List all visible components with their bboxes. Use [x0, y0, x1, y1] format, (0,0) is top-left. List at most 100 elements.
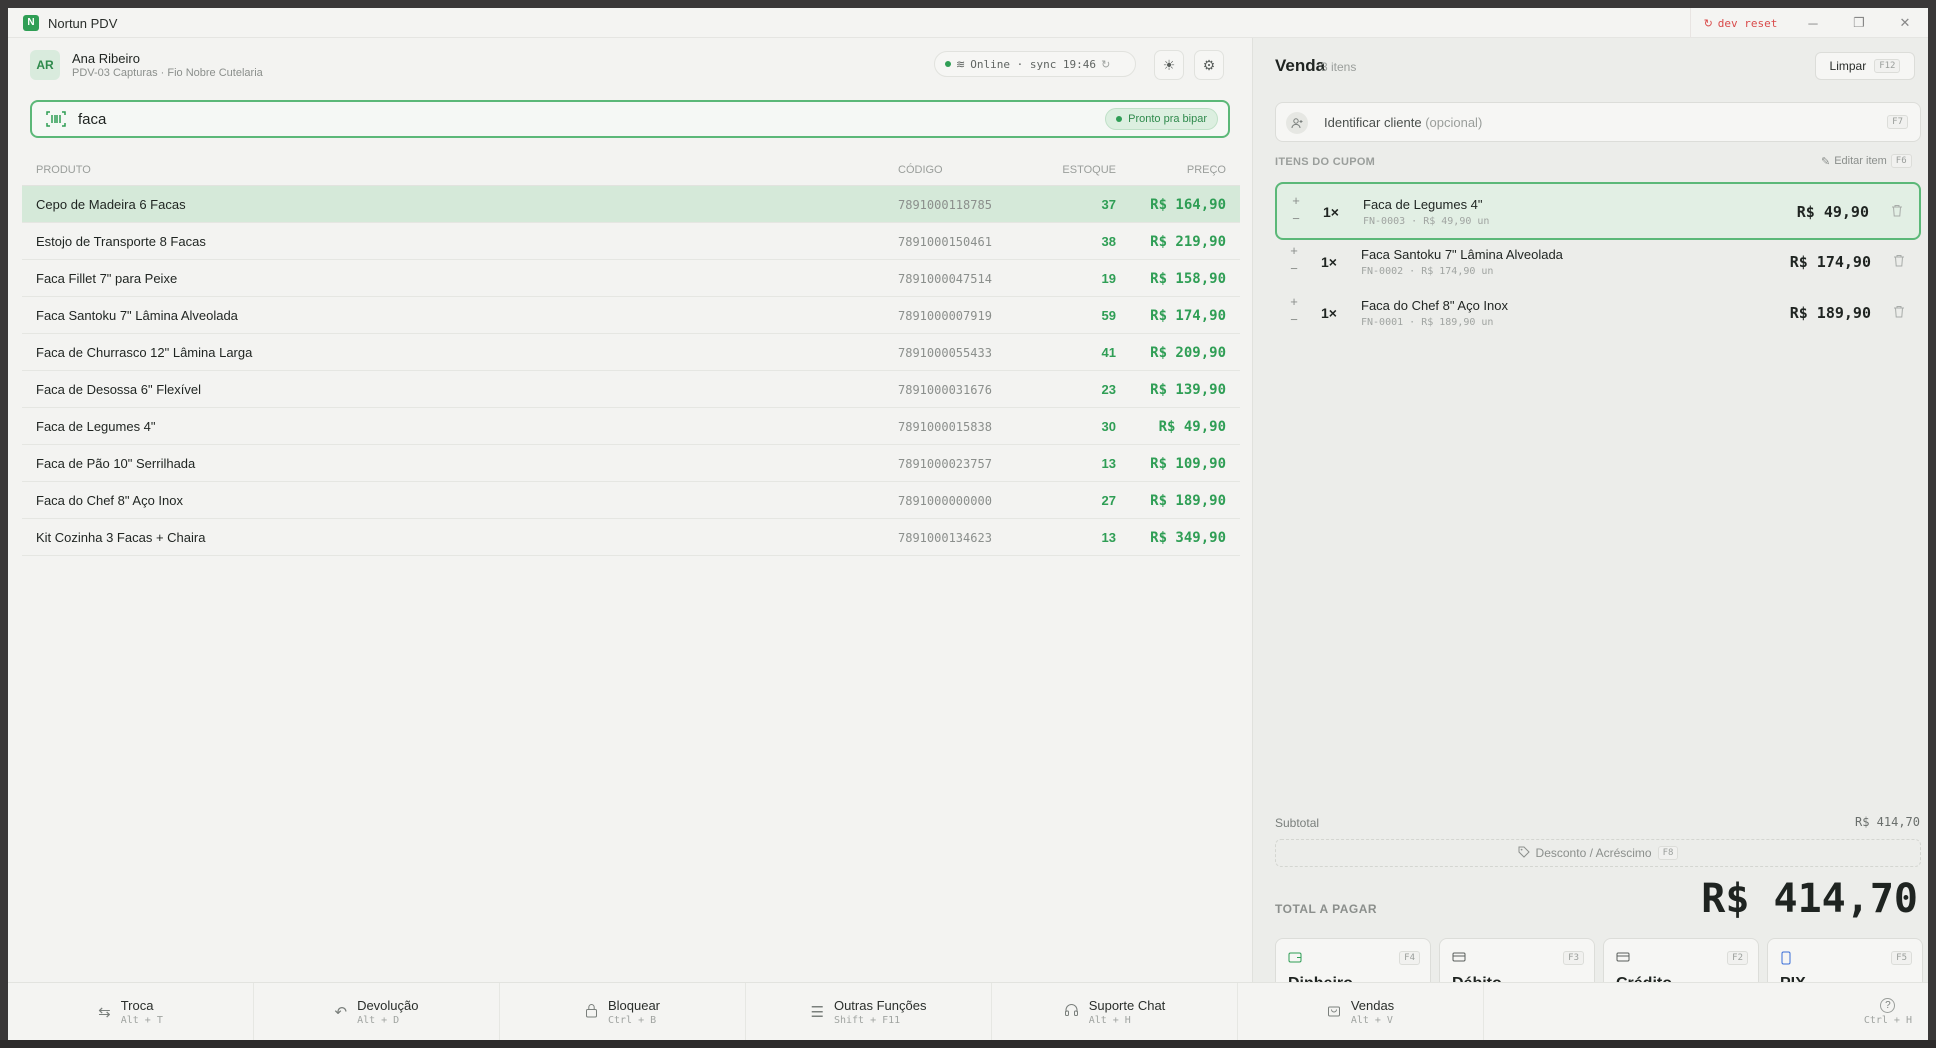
sales-button[interactable]: Vendas Alt + V: [1238, 983, 1484, 1040]
product-price: R$ 49,90: [1158, 419, 1226, 435]
cart-item[interactable]: + − 1× Faca do Chef 8" Aço Inox FN-0001 …: [1275, 285, 1921, 343]
item-name: Faca Santoku 7" Lâmina Alveolada: [1361, 247, 1563, 262]
trash-icon[interactable]: [1891, 204, 1903, 220]
wifi-icon: ≋: [956, 58, 966, 71]
trash-icon[interactable]: [1893, 254, 1905, 270]
product-price: R$ 219,90: [1150, 234, 1226, 250]
support-chat-button[interactable]: Suporte Chat Alt + H: [992, 983, 1238, 1040]
close-button[interactable]: ✕: [1882, 8, 1928, 38]
product-code: 7891000134623: [898, 531, 992, 545]
total-value: R$ 414,70: [1701, 876, 1918, 922]
item-name: Faca de Legumes 4": [1363, 197, 1483, 212]
product-search[interactable]: Pronto pra bipar: [30, 100, 1230, 138]
theme-toggle-button[interactable]: ☀: [1154, 50, 1184, 80]
lock-shortcut: Ctrl + B: [607, 1015, 657, 1026]
swap-icon: ⇆: [98, 1004, 111, 1021]
table-row[interactable]: Faca de Churrasco 12" Lâmina Larga 78910…: [22, 334, 1240, 371]
increase-qty-icon[interactable]: +: [1285, 293, 1303, 311]
total-label: TOTAL A PAGAR: [1275, 902, 1378, 916]
discount-label: Desconto / Acréscimo: [1535, 846, 1652, 860]
item-sku-price: FN-0002 · R$ 174,90 un: [1361, 266, 1494, 277]
return-label: Devolução: [357, 998, 419, 1013]
product-name: Faca de Desossa 6" Flexível: [36, 382, 202, 397]
product-stock: 23: [1101, 382, 1116, 397]
increase-qty-icon[interactable]: +: [1287, 192, 1305, 210]
table-row[interactable]: Faca de Pão 10" Serrilhada 7891000023757…: [22, 445, 1240, 482]
close-icon: ✕: [1899, 15, 1911, 30]
function-bar: ⇆ Troca Alt + T ↶ Devolução Alt + D Bloq…: [8, 982, 1928, 1040]
table-header: PRODUTO CÓDIGO ESTOQUE PREÇO: [22, 152, 1240, 186]
edit-item-button[interactable]: ✎ Editar item F6: [1821, 154, 1912, 168]
return-button[interactable]: ↶ Devolução Alt + D: [254, 983, 500, 1040]
table-row[interactable]: Faca Santoku 7" Lâmina Alveolada 7891000…: [22, 297, 1240, 334]
lock-button[interactable]: Bloquear Ctrl + B: [500, 983, 746, 1040]
decrease-qty-icon[interactable]: −: [1287, 210, 1305, 228]
client-label: Identificar cliente: [1324, 115, 1422, 130]
product-price: R$ 174,90: [1150, 308, 1226, 324]
exchange-shortcut: Alt + T: [120, 1015, 163, 1026]
refresh-icon: ↻: [1101, 58, 1111, 71]
cart-item[interactable]: + − 1× Faca Santoku 7" Lâmina Alveolada …: [1275, 234, 1921, 292]
item-total: R$ 49,90: [1796, 203, 1869, 221]
client-placeholder: Identificar cliente (opcional): [1324, 115, 1482, 130]
table-row[interactable]: Faca do Chef 8" Aço Inox 7891000000000 2…: [22, 482, 1240, 519]
product-code: 7891000015838: [898, 420, 992, 434]
exchange-button[interactable]: ⇆ Troca Alt + T: [8, 983, 254, 1040]
product-code: 7891000007919: [898, 309, 992, 323]
product-stock: 13: [1101, 530, 1116, 545]
app-window: N Nortun PDV ↻ dev reset ─ ❐ ✕ AR Ana Ri…: [8, 8, 1928, 1040]
undo-icon: ↶: [334, 1004, 348, 1021]
trash-icon[interactable]: [1893, 305, 1905, 321]
settings-button[interactable]: ⚙: [1194, 50, 1224, 80]
sync-status[interactable]: ≋ Online · sync 19:46 ↻: [934, 51, 1136, 77]
product-table: PRODUTO CÓDIGO ESTOQUE PREÇO Cepo de Mad…: [22, 152, 1240, 556]
item-total: R$ 189,90: [1789, 304, 1871, 322]
sales-label: Vendas: [1350, 998, 1395, 1013]
product-name: Kit Cozinha 3 Facas + Chaira: [36, 530, 206, 545]
user-name: Ana Ribeiro: [72, 51, 140, 66]
decrease-qty-icon[interactable]: −: [1285, 260, 1303, 278]
wallet-icon: [1288, 951, 1302, 966]
item-quantity: 1×: [1321, 305, 1337, 321]
item-quantity: 1×: [1321, 254, 1337, 270]
table-row[interactable]: Faca Fillet 7" para Peixe 7891000047514 …: [22, 260, 1240, 297]
product-price: R$ 189,90: [1150, 493, 1226, 509]
help-icon: ?: [1880, 998, 1896, 1013]
clear-sale-button[interactable]: Limpar F12: [1815, 52, 1915, 80]
search-input[interactable]: [78, 108, 978, 130]
dev-reset-button[interactable]: ↻ dev reset: [1690, 8, 1790, 38]
table-row[interactable]: Estojo de Transporte 8 Facas 78910001504…: [22, 223, 1240, 260]
table-row[interactable]: Faca de Legumes 4" 7891000015838 30 R$ 4…: [22, 408, 1240, 445]
tag-icon: [1518, 846, 1530, 861]
card-icon: [1452, 951, 1466, 966]
scanner-ready-badge: Pronto pra bipar: [1105, 108, 1218, 130]
product-name: Estojo de Transporte 8 Facas: [36, 234, 206, 249]
phone-icon: [1780, 951, 1792, 968]
cart-item[interactable]: + − 1× Faca de Legumes 4" FN-0003 · R$ 4…: [1275, 182, 1921, 240]
terminal-info: PDV-03 Capturas · Fio Nobre Cutelaria: [72, 67, 263, 79]
sale-pane: Venda 3 itens Limpar F12 Identificar cli…: [1252, 38, 1928, 1004]
increase-qty-icon[interactable]: +: [1285, 242, 1303, 260]
quantity-stepper: + −: [1285, 293, 1303, 333]
discount-button[interactable]: Desconto / Acréscimo F8: [1275, 839, 1921, 867]
minimize-button[interactable]: ─: [1790, 8, 1836, 38]
product-stock: 27: [1101, 493, 1116, 508]
user-plus-icon: [1286, 112, 1308, 134]
column-product: PRODUTO: [36, 164, 91, 176]
other-functions-button[interactable]: ☰ Outras Funções Shift + F11: [746, 983, 992, 1040]
help-button[interactable]: ? Ctrl + H: [1484, 983, 1928, 1040]
column-price: PREÇO: [1186, 164, 1226, 176]
product-price: R$ 158,90: [1150, 271, 1226, 287]
help-shortcut: Ctrl + H: [1863, 1015, 1912, 1026]
product-stock: 38: [1101, 234, 1116, 249]
maximize-button[interactable]: ❐: [1836, 8, 1882, 38]
edit-item-label: Editar item: [1834, 155, 1887, 167]
decrease-qty-icon[interactable]: −: [1285, 311, 1303, 329]
identify-client-field[interactable]: Identificar cliente (opcional) F7: [1275, 102, 1921, 142]
product-name: Faca de Churrasco 12" Lâmina Larga: [36, 345, 253, 360]
column-code: CÓDIGO: [898, 164, 943, 176]
table-row[interactable]: Cepo de Madeira 6 Facas 7891000118785 37…: [22, 186, 1240, 223]
table-row[interactable]: Faca de Desossa 6" Flexível 789100003167…: [22, 371, 1240, 408]
lock-icon: [585, 1003, 598, 1022]
table-row[interactable]: Kit Cozinha 3 Facas + Chaira 78910001346…: [22, 519, 1240, 556]
